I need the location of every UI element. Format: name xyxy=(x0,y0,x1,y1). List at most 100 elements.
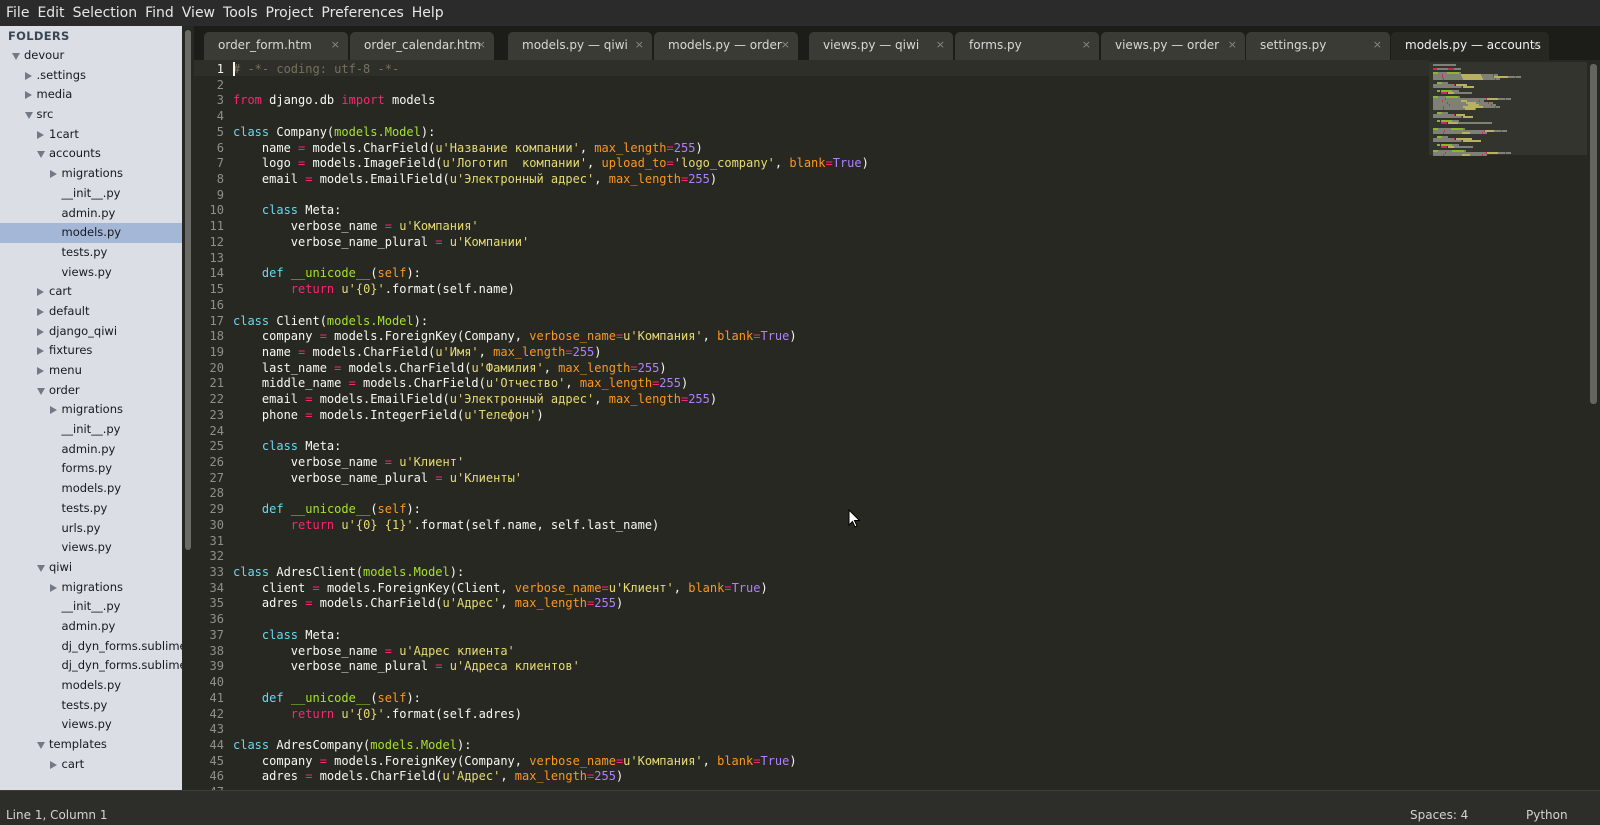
sidebar-folder-item[interactable]: src xyxy=(0,105,183,125)
close-tab-icon[interactable]: × xyxy=(477,32,486,58)
code-token: = xyxy=(319,329,327,344)
disclosure-closed-icon[interactable] xyxy=(37,327,44,336)
sidebar-folder-item[interactable]: order xyxy=(0,381,183,401)
sidebar-file-item[interactable]: admin.py xyxy=(0,204,183,224)
sidebar-file-item[interactable]: __init__.py xyxy=(0,597,183,617)
sidebar-folder-item[interactable]: cart xyxy=(0,282,183,302)
sidebar-folder-item[interactable]: templates xyxy=(0,735,183,755)
disclosure-closed-icon[interactable] xyxy=(49,406,57,415)
editor-tab[interactable]: models.py — qiwi × xyxy=(508,32,652,60)
editor-tab[interactable]: models.py — accounts × xyxy=(1391,32,1549,60)
menu-find[interactable]: Find xyxy=(141,0,178,26)
close-tab-icon[interactable]: × xyxy=(331,32,340,58)
menu-view[interactable]: View xyxy=(178,0,219,26)
disclosure-closed-icon[interactable] xyxy=(37,307,44,316)
sidebar-file-item[interactable]: dj_dyn_forms.sublime xyxy=(0,656,184,676)
menu-edit[interactable]: Edit xyxy=(33,0,68,26)
sidebar-file-item[interactable]: views.py xyxy=(0,715,183,735)
editor-tab[interactable]: order_calendar.htm × xyxy=(350,32,494,60)
sidebar-file-item[interactable]: __init__.py xyxy=(0,184,183,204)
menu-project[interactable]: Project xyxy=(262,0,318,26)
disclosure-open-icon[interactable] xyxy=(24,112,33,120)
disclosure-closed-icon[interactable] xyxy=(37,288,44,297)
code-token: 255 xyxy=(594,769,616,784)
syntax-selector[interactable]: Python xyxy=(1526,805,1568,825)
disclosure-open-icon[interactable] xyxy=(12,53,20,60)
menu-help[interactable]: Help xyxy=(408,0,448,26)
minimap[interactable] xyxy=(1429,60,1587,790)
disclosure-closed-icon[interactable] xyxy=(24,71,32,80)
sidebar-folder-item[interactable]: .settings xyxy=(0,66,183,86)
close-tab-icon[interactable]: × xyxy=(936,32,945,58)
close-tab-icon[interactable]: × xyxy=(1082,32,1091,58)
sidebar-file-item[interactable]: urls.py xyxy=(0,519,183,539)
close-tab-icon[interactable]: × xyxy=(1228,32,1237,58)
editor-scroll-thumb[interactable] xyxy=(1590,64,1597,404)
code-line: verbose_name_plural = u'Компании' xyxy=(233,234,529,250)
sidebar-folder-item[interactable]: fixtures xyxy=(0,341,183,361)
sidebar-folder-item[interactable]: devour xyxy=(0,46,183,66)
sidebar-folder-item[interactable]: menu xyxy=(0,361,183,381)
disclosure-closed-icon[interactable] xyxy=(37,367,44,375)
indentation-setting[interactable]: Spaces: 4 xyxy=(1410,805,1468,825)
sidebar-file-item[interactable]: forms.py xyxy=(0,459,183,479)
close-tab-icon[interactable]: × xyxy=(635,32,644,58)
disclosure-closed-icon[interactable] xyxy=(24,91,32,100)
sidebar-file-item[interactable]: tests.py xyxy=(0,696,183,716)
sidebar-file-item[interactable]: models.py xyxy=(0,479,183,499)
sidebar-file-item[interactable]: models.py xyxy=(0,676,183,696)
code-token: u'Адрес' xyxy=(442,596,501,611)
sidebar-item-label: dj_dyn_forms.sublime xyxy=(61,658,184,673)
disclosure-closed-icon[interactable] xyxy=(49,760,57,769)
disclosure-open-icon[interactable] xyxy=(37,151,45,159)
sidebar-file-item[interactable]: views.py xyxy=(0,263,183,283)
disclosure-open-icon[interactable] xyxy=(37,387,45,395)
sidebar-file-item[interactable]: __init__.py xyxy=(0,420,183,440)
sidebar-folder-item[interactable]: qiwi xyxy=(0,558,183,578)
code-area[interactable]: # -*- coding: utf-8 -*- from django.db im… xyxy=(233,60,1423,790)
line-number: 7 xyxy=(216,156,224,171)
sidebar-file-item[interactable]: tests.py xyxy=(0,499,183,519)
editor-tab[interactable]: settings.py × xyxy=(1246,32,1390,60)
sidebar-scrollbar[interactable] xyxy=(182,26,194,790)
close-tab-icon[interactable]: × xyxy=(1373,32,1382,58)
sidebar-file-item[interactable]: models.py xyxy=(0,223,183,243)
sidebar-folder-item[interactable]: migrations xyxy=(0,164,183,184)
editor-tab[interactable]: models.py — order × xyxy=(654,32,798,60)
sidebar-folder-item[interactable]: django_qiwi xyxy=(0,322,183,342)
sidebar-folder-item[interactable]: accounts xyxy=(0,144,183,164)
sidebar-folder-item[interactable]: media xyxy=(0,85,183,105)
code-editor[interactable]: 1 2 3 4 5 6 7 8 9 10 11 12 13 14 15 16 17 18 19 20 21 22 23 24 2… xyxy=(194,60,1429,790)
editor-tab[interactable]: order_form.htm × xyxy=(204,32,348,60)
disclosure-closed-icon[interactable] xyxy=(37,130,44,139)
sidebar-scroll-thumb[interactable] xyxy=(185,30,191,550)
disclosure-closed-icon[interactable] xyxy=(49,170,57,179)
sidebar-folder-item[interactable]: 1cart xyxy=(0,125,183,145)
sidebar-file-item[interactable]: admin.py xyxy=(0,440,183,460)
sidebar-folder-item[interactable]: migrations xyxy=(0,400,183,420)
sidebar-file-item[interactable]: dj_dyn_forms.sublime xyxy=(0,637,184,657)
menu-file[interactable]: File xyxy=(2,0,33,26)
sidebar-folder-item[interactable]: default xyxy=(0,302,183,322)
menu-tools[interactable]: Tools xyxy=(219,0,262,26)
disclosure-open-icon[interactable] xyxy=(37,742,45,750)
sidebar-folder-item[interactable]: migrations xyxy=(0,578,183,598)
editor-tab[interactable]: forms.py × xyxy=(955,32,1099,60)
disclosure-closed-icon[interactable] xyxy=(37,347,44,356)
editor-scrollbar[interactable] xyxy=(1587,60,1600,790)
close-tab-icon[interactable]: × xyxy=(1532,32,1541,58)
menu-preferences[interactable]: Preferences xyxy=(317,0,407,26)
sidebar-file-item[interactable]: admin.py xyxy=(0,617,183,637)
menu-selection[interactable]: Selection xyxy=(69,0,142,26)
code-token: __unicode__ xyxy=(290,690,371,705)
editor-tab[interactable]: views.py — order × xyxy=(1101,32,1245,60)
sidebar-file-item[interactable]: views.py xyxy=(0,538,183,558)
sidebar-folder-item[interactable]: cart xyxy=(0,755,183,775)
code-line: verbose_name_plural = u'Клиенты' xyxy=(233,470,522,486)
disclosure-closed-icon[interactable] xyxy=(49,583,57,592)
sidebar-file-item[interactable]: tests.py xyxy=(0,243,183,263)
editor-tab[interactable]: views.py — qiwi × xyxy=(809,32,953,60)
disclosure-open-icon[interactable] xyxy=(37,564,45,572)
close-tab-icon[interactable]: × xyxy=(781,32,790,58)
minimap-stroke xyxy=(1462,132,1470,134)
